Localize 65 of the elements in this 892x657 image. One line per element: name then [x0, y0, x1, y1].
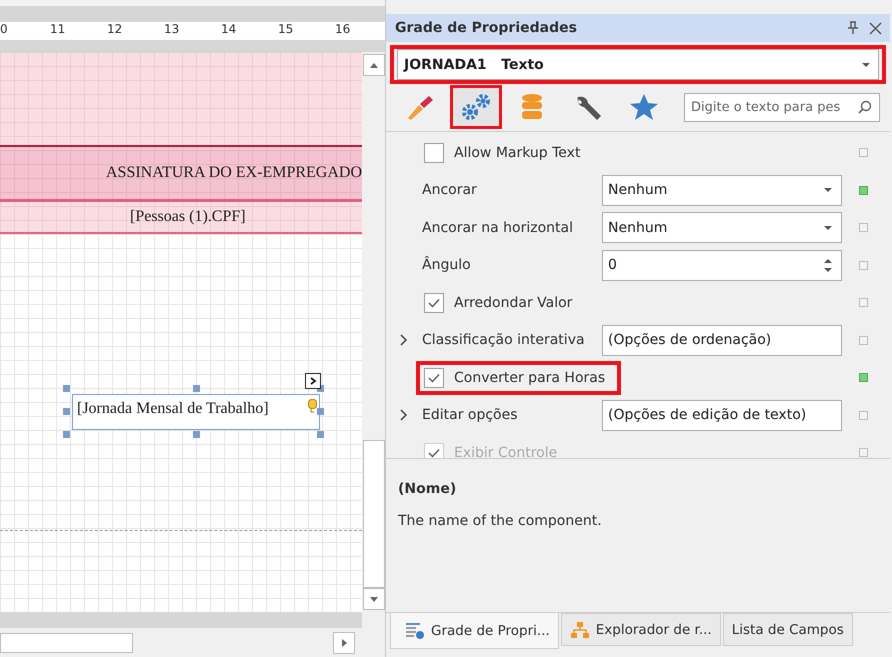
- resize-handle[interactable]: [63, 408, 70, 415]
- hierarchy-icon: [570, 620, 590, 638]
- smart-tag-icon[interactable]: [305, 373, 321, 389]
- data-field: [Pessoas (1).CPF]: [130, 208, 246, 226]
- check-icon: [428, 298, 440, 308]
- resize-handle[interactable]: [193, 385, 200, 392]
- resize-handle[interactable]: [317, 408, 324, 415]
- search-icon[interactable]: [858, 100, 872, 114]
- resize-handle[interactable]: [193, 431, 200, 438]
- dropdown-field[interactable]: Nenhum: [602, 174, 842, 206]
- ruler-number: 14: [221, 22, 238, 38]
- panel-title: Grade de Propriedades: [395, 20, 578, 36]
- property-label: Classificação interativa: [422, 332, 586, 348]
- gears-icon: [459, 92, 493, 122]
- property-value-field[interactable]: (Opções de edição de texto): [602, 400, 842, 431]
- object-selector[interactable]: JORNADA1 Texto: [397, 49, 879, 80]
- checkbox[interactable]: [424, 368, 444, 388]
- category-tab[interactable]: [450, 85, 502, 129]
- ruler-number: 12: [107, 22, 124, 38]
- scroll-down-icon[interactable]: [362, 588, 384, 610]
- number-field[interactable]: 0: [602, 250, 842, 281]
- scrollbar-thumb[interactable]: [0, 632, 133, 652]
- scroll-up-icon[interactable]: [362, 54, 384, 76]
- database-icon: [520, 93, 544, 121]
- panel-tab[interactable]: Grade de Propri...: [390, 613, 559, 649]
- description-title: (Nome): [398, 481, 458, 497]
- search-field[interactable]: Digite o texto para pes: [684, 92, 880, 122]
- check-icon: [428, 372, 440, 383]
- ruler-number: 11: [50, 22, 66, 38]
- property-checkbox[interactable]: Allow Markup Text: [416, 136, 596, 170]
- dropdown-caret-icon[interactable]: [823, 187, 833, 194]
- description-text: The name of the component.: [398, 513, 603, 529]
- close-icon[interactable]: [869, 22, 882, 34]
- brush-icon: [405, 93, 435, 121]
- property-value-field[interactable]: (Opções de ordenação): [602, 324, 842, 356]
- dropdown-caret-icon[interactable]: [823, 224, 833, 231]
- dropdown-field[interactable]: Nenhum: [602, 212, 842, 244]
- resize-handle[interactable]: [63, 431, 70, 438]
- grid-settings-icon: [405, 622, 425, 640]
- scroll-right-icon[interactable]: [333, 632, 355, 654]
- checkbox[interactable]: [424, 292, 444, 313]
- property-checkbox[interactable]: Converter para Horas: [416, 360, 622, 395]
- resize-handle[interactable]: [63, 385, 70, 392]
- scrollbar-thumb[interactable]: [362, 440, 384, 588]
- check-icon: [428, 448, 440, 458]
- property-label: Ângulo: [422, 257, 472, 274]
- chevron-right-icon[interactable]: [400, 409, 408, 422]
- panel-tab[interactable]: Explorador de r...: [560, 613, 721, 646]
- chevron-right-icon[interactable]: [400, 334, 408, 346]
- property-checkbox[interactable]: Arredondar Valor: [416, 286, 588, 320]
- spin-arrows-icon[interactable]: [823, 258, 833, 273]
- property-label: Ancorar na horizontal: [422, 220, 574, 236]
- ruler-number: 15: [278, 22, 294, 38]
- star-icon: [629, 93, 659, 121]
- property-label: Editar opções: [422, 407, 519, 424]
- pin-icon[interactable]: [847, 21, 859, 35]
- database-icon: [308, 399, 317, 413]
- band-title: ASSINATURA DO EX-EMPREGADO: [106, 164, 362, 182]
- panel-tab[interactable]: Lista de Campos: [722, 613, 853, 646]
- ruler-number: 13: [164, 22, 180, 38]
- ruler-number: 16: [335, 22, 352, 38]
- checkbox[interactable]: [424, 142, 444, 163]
- property-label: Ancorar: [422, 182, 478, 198]
- resize-handle[interactable]: [317, 431, 324, 438]
- ruler-number: 0: [0, 22, 9, 38]
